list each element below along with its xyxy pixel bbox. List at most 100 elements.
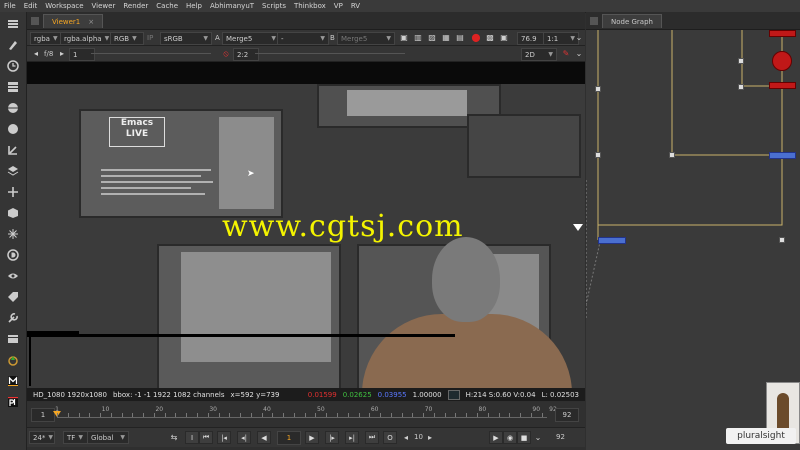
node-dot[interactable] <box>669 152 675 158</box>
menu-vp[interactable]: VP <box>330 2 347 10</box>
expand-icon[interactable]: ⌄ <box>574 48 584 59</box>
menu-thinkbox[interactable]: Thinkbox <box>290 2 330 10</box>
image-read-icon[interactable] <box>4 16 22 32</box>
go-to-end-icon[interactable]: ⏭ <box>365 431 379 444</box>
keyer-icon[interactable] <box>4 142 22 158</box>
pause-update-icon[interactable]: ⬤ <box>471 32 481 43</box>
flipbook-icon[interactable]: ▶ <box>489 431 503 444</box>
tab-viewer1[interactable]: Viewer1 × <box>43 14 104 28</box>
current-frame-field[interactable]: 1 <box>277 431 301 445</box>
global-select[interactable]: Global ▼ <box>87 431 129 444</box>
loop-icon[interactable]: ⇆ <box>169 432 179 443</box>
menu-help[interactable]: Help <box>182 2 206 10</box>
node-blue-left[interactable] <box>598 237 626 244</box>
alpha-select[interactable]: rgba.alpha ▼ <box>60 32 112 45</box>
proxy-icon[interactable]: ⦸ <box>221 48 231 59</box>
roi-icon[interactable]: ▣ <box>399 32 409 43</box>
particles-icon[interactable] <box>4 226 22 242</box>
merge-layers-icon[interactable] <box>4 163 22 179</box>
checker-icon[interactable]: ▩ <box>485 32 495 43</box>
pl-logo-icon[interactable] <box>4 394 22 410</box>
scroll-arrow-icon[interactable] <box>573 224 583 231</box>
out-point-icon[interactable]: O <box>383 431 397 444</box>
b-input-select[interactable]: Merge5 ▼ <box>337 32 395 45</box>
clip-warning-icon[interactable]: ▥ <box>413 32 423 43</box>
lut-select[interactable]: sRGB ▼ <box>160 32 212 45</box>
play-forward-icon[interactable]: ▶ <box>305 431 319 444</box>
step-back-icon[interactable]: ◂ <box>401 432 411 443</box>
node-dot[interactable] <box>595 86 601 92</box>
exposure-slider[interactable] <box>91 53 211 54</box>
stripes-icon[interactable]: ▨ <box>427 32 437 43</box>
3d-cube-icon[interactable] <box>4 205 22 221</box>
node-red-dot[interactable] <box>772 51 792 71</box>
views-eye-icon[interactable] <box>4 268 22 284</box>
tab-node-graph[interactable]: Node Graph <box>602 14 662 28</box>
grid-icon[interactable]: ▦ <box>441 32 451 43</box>
m-logo-icon[interactable] <box>4 373 22 389</box>
stop-icon[interactable]: ■ <box>517 431 531 444</box>
fps-select[interactable]: 24* ▼ <box>29 431 55 444</box>
menu-workspace[interactable]: Workspace <box>41 2 87 10</box>
timeline-ruler[interactable]: 1 10 20 30 40 50 60 70 80 90 92 <box>53 406 557 420</box>
viewer-image[interactable]: Emacs LIVE ➤ www.cgtsj.com <box>27 84 585 388</box>
overlay-icon[interactable]: ▤ <box>455 32 465 43</box>
a-input-select[interactable]: Merge5 ▼ <box>222 32 280 45</box>
metadata-tag-icon[interactable] <box>4 289 22 305</box>
frame-range-start[interactable]: 1 <box>31 408 55 422</box>
gizmo-plugin-icon[interactable] <box>4 352 22 368</box>
menu-render[interactable]: Render <box>119 2 152 10</box>
menu-cache[interactable]: Cache <box>152 2 182 10</box>
node-dot[interactable] <box>595 152 601 158</box>
toolsets-wrench-icon[interactable] <box>4 310 22 326</box>
proxy-field[interactable]: 2:2 <box>233 48 259 61</box>
expand-icon[interactable]: ⌄ <box>574 32 584 43</box>
step-forward-icon[interactable]: |▸ <box>325 431 339 444</box>
go-to-start-icon[interactable]: ⏮ <box>199 431 213 444</box>
frame-range-end[interactable]: 92 <box>555 408 579 422</box>
step-size-field[interactable]: 10 <box>411 431 426 442</box>
step-back-icon[interactable]: ◂| <box>237 431 251 444</box>
step-forward-icon[interactable]: ▸ <box>425 432 435 443</box>
channel-stripes-icon[interactable] <box>4 79 22 95</box>
frame-field[interactable]: 1 <box>69 48 95 61</box>
node-blue-right[interactable] <box>769 152 796 159</box>
node-red-top[interactable] <box>769 30 796 37</box>
ip-toggle[interactable]: IP <box>144 32 156 43</box>
menu-scripts[interactable]: Scripts <box>258 2 290 10</box>
filter-circle-icon[interactable] <box>4 121 22 137</box>
other-panel-icon[interactable] <box>4 331 22 347</box>
next-keyframe-icon[interactable]: ▸| <box>345 431 359 444</box>
record-icon[interactable]: ◉ <box>503 431 517 444</box>
tab-menu-icon[interactable] <box>30 15 40 26</box>
gamma-slider[interactable] <box>255 53 405 54</box>
compare-op-select[interactable]: - ▼ <box>277 32 329 45</box>
node-graph-canvas[interactable]: pluralsight <box>586 30 800 450</box>
deep-icon[interactable] <box>4 247 22 263</box>
menu-rv[interactable]: RV <box>347 2 364 10</box>
close-icon[interactable]: × <box>88 18 94 26</box>
menu-viewer[interactable]: Viewer <box>88 2 120 10</box>
menu-file[interactable]: File <box>0 2 20 10</box>
node-red-merge[interactable] <box>769 82 796 89</box>
channels-select[interactable]: rgba ▼ <box>30 32 62 45</box>
menu-abhimanyut[interactable]: AbhimanyuT <box>206 2 258 10</box>
fstop-prev-icon[interactable]: ◂ <box>31 48 41 59</box>
color-wheel-icon[interactable] <box>4 100 22 116</box>
fstop-next-icon[interactable]: ▸ <box>57 48 67 59</box>
menu-edit[interactable]: Edit <box>20 2 42 10</box>
expand-icon[interactable]: ⌄ <box>533 432 543 443</box>
paint-brush-icon[interactable] <box>4 37 22 53</box>
colorspace-select[interactable]: RGB ▼ <box>110 32 144 45</box>
view-mode-select[interactable]: 2D ▼ <box>521 48 557 61</box>
tf-select[interactable]: TF ▼ <box>63 431 89 444</box>
play-backward-icon[interactable]: ◀ <box>257 431 271 444</box>
node-dot[interactable] <box>779 237 785 243</box>
node-dot[interactable] <box>738 84 744 90</box>
in-point-icon[interactable]: I <box>185 431 199 444</box>
time-clock-icon[interactable] <box>4 58 22 74</box>
paint-tool-icon[interactable]: ✎ <box>561 48 571 59</box>
tab-menu-icon[interactable] <box>589 15 599 26</box>
prev-keyframe-icon[interactable]: |◂ <box>217 431 231 444</box>
transform-icon[interactable] <box>4 184 22 200</box>
